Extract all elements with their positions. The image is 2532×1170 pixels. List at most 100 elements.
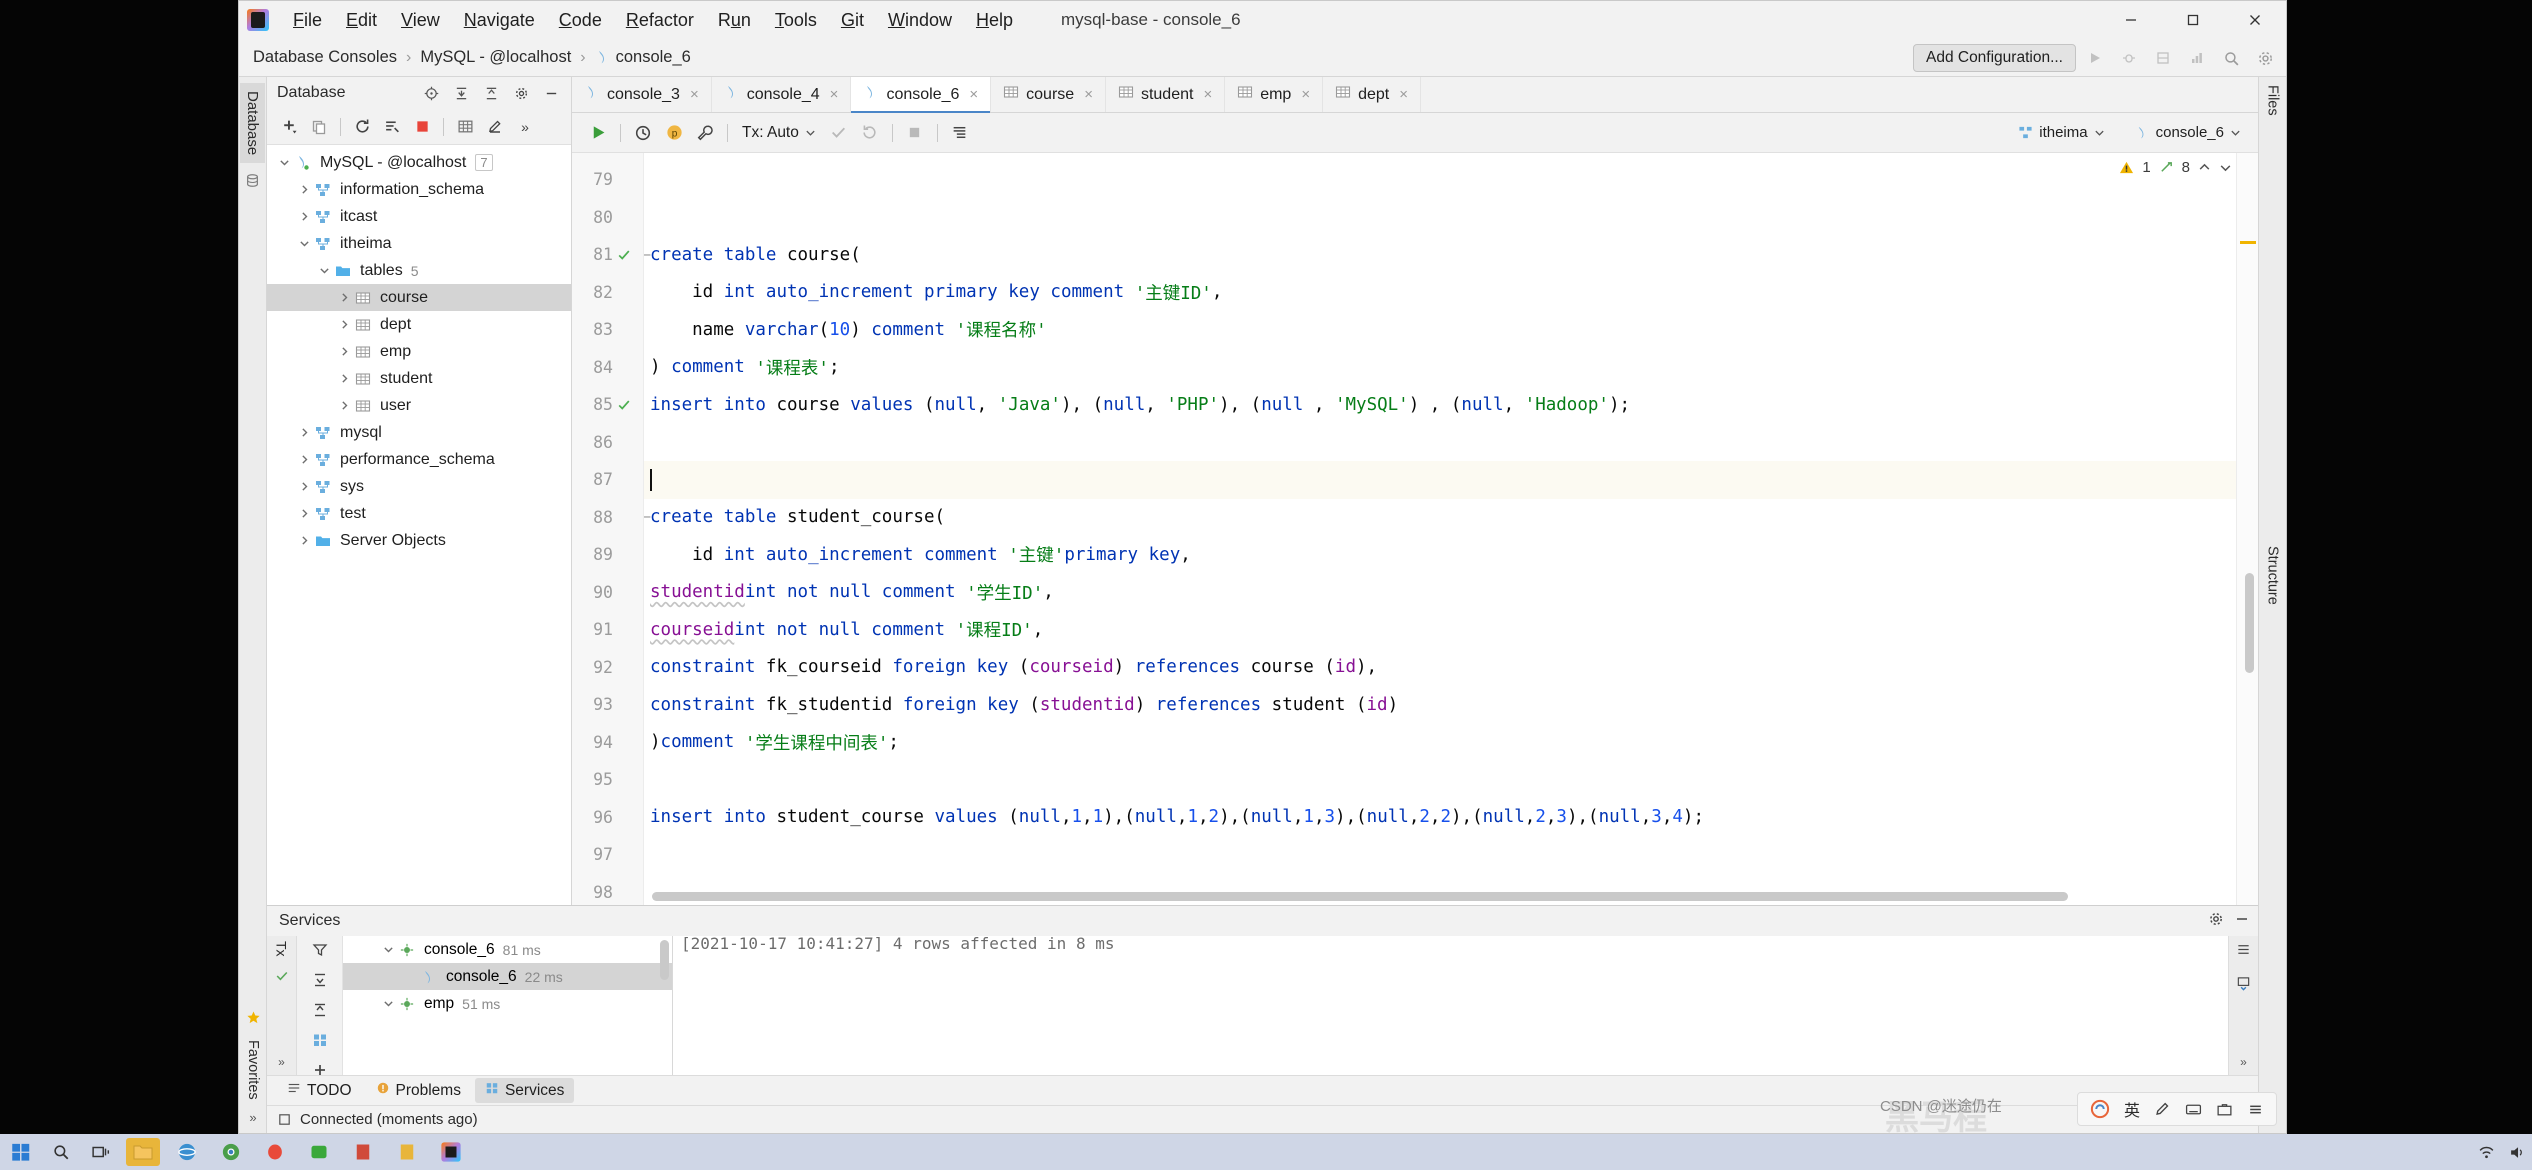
code-line-79[interactable] xyxy=(644,161,2258,199)
code-content[interactable]: ─ create table course( id int auto_increm… xyxy=(644,153,2258,905)
bottom-tab-todo[interactable]: TODO xyxy=(277,1078,362,1103)
qq-icon[interactable] xyxy=(258,1138,292,1166)
refresh-icon[interactable] xyxy=(348,113,376,141)
gutter-line-89[interactable]: 89 xyxy=(572,536,643,574)
gutter-line-82[interactable]: 82 xyxy=(572,274,643,312)
wrench-icon[interactable] xyxy=(691,119,719,147)
menu-item-view[interactable]: View xyxy=(389,7,452,34)
gutter-line-92[interactable]: 92 xyxy=(572,649,643,687)
keyboard-icon[interactable] xyxy=(2185,1101,2202,1118)
breadcrumb-item-1[interactable]: MySQL - @localhost xyxy=(416,46,575,69)
db-tree-node-tables[interactable]: tables 5 xyxy=(267,257,571,284)
collapse-all-icon[interactable] xyxy=(477,79,505,107)
fold-marker-icon[interactable]: ─ xyxy=(644,510,650,524)
editor-tab-console_4[interactable]: console_4 × xyxy=(712,77,852,112)
profile-icon[interactable] xyxy=(2182,43,2212,73)
coverage-icon[interactable] xyxy=(2148,43,2178,73)
db-tree-node-student[interactable]: student xyxy=(267,365,571,392)
db-tree-node-test[interactable]: test xyxy=(267,500,571,527)
sync-icon[interactable] xyxy=(378,113,406,141)
tab-close-icon[interactable]: × xyxy=(1203,86,1212,103)
ime-toolbar[interactable]: 英 xyxy=(2076,1092,2277,1126)
gutter-line-98[interactable]: 98 xyxy=(572,874,643,906)
bottom-tab-problems[interactable]: Problems xyxy=(366,1078,471,1103)
tab-close-icon[interactable]: × xyxy=(1084,86,1093,103)
tree-expander[interactable] xyxy=(379,944,397,955)
gutter-line-91[interactable]: 91 xyxy=(572,611,643,649)
expand-all-icon[interactable] xyxy=(447,79,475,107)
volume-icon[interactable] xyxy=(2509,1144,2526,1161)
gutter-line-97[interactable]: 97 xyxy=(572,836,643,874)
gutter-line-95[interactable]: 95 xyxy=(572,761,643,799)
menu-item-help[interactable]: Help xyxy=(964,7,1025,34)
add-icon[interactable] xyxy=(275,113,303,141)
task-view-icon[interactable] xyxy=(86,1139,116,1165)
gutter-line-96[interactable]: 96 xyxy=(572,799,643,837)
editor-tab-course[interactable]: course × xyxy=(991,77,1106,112)
tree-expander[interactable] xyxy=(295,184,313,195)
hide-icon[interactable] xyxy=(537,79,565,107)
code-line-87[interactable] xyxy=(644,461,2258,499)
tree-expander[interactable] xyxy=(275,157,293,168)
tx-rail-label[interactable]: Tx xyxy=(274,941,290,957)
services-node-console_6[interactable]: console_6 22 ms xyxy=(343,963,672,990)
parameters-icon[interactable]: p xyxy=(660,119,688,147)
output-icon[interactable] xyxy=(946,119,974,147)
gutter-line-87[interactable]: 87 xyxy=(572,461,643,499)
code-line-96[interactable]: insert into student_course values (null,… xyxy=(644,799,2258,837)
tool-window-button-structure[interactable]: Structure xyxy=(2265,546,2281,605)
menu-item-git[interactable]: Git xyxy=(829,7,876,34)
code-line-94[interactable]: ) comment '学生课程中间表'; xyxy=(644,724,2258,762)
code-line-92[interactable]: constraint fk_courseid foreign key (cour… xyxy=(644,649,2258,687)
gutter-line-84[interactable]: 84 xyxy=(572,349,643,387)
network-icon[interactable] xyxy=(2478,1144,2495,1161)
gutter-line-90[interactable]: 90 xyxy=(572,574,643,612)
menu-item-window[interactable]: Window xyxy=(876,7,964,34)
db-tree-node-course[interactable]: course xyxy=(267,284,571,311)
export-icon[interactable] xyxy=(2236,976,2251,996)
db-tree-node-dept[interactable]: dept xyxy=(267,311,571,338)
code-line-90[interactable]: studentid int not null comment '学生ID', xyxy=(644,574,2258,612)
idea-icon[interactable] xyxy=(434,1138,468,1166)
tx-mode-selector[interactable]: Tx: Auto xyxy=(736,121,822,145)
expand-stripe-icon[interactable]: » xyxy=(249,1110,256,1125)
code-editor[interactable]: 79 80 81 82 83 84 85 86 87 88 89 90 91 92 93 94 95 96 97 98… xyxy=(572,153,2258,905)
chrome-icon[interactable] xyxy=(214,1138,248,1166)
tab-close-icon[interactable]: × xyxy=(830,86,839,103)
schema-selector[interactable]: itheima xyxy=(2011,121,2111,144)
database-icon[interactable] xyxy=(245,173,260,193)
gutter-line-83[interactable]: 83 xyxy=(572,311,643,349)
hide-icon[interactable] xyxy=(2234,911,2250,932)
minimize-icon[interactable] xyxy=(2100,1,2162,39)
code-line-97[interactable] xyxy=(644,836,2258,874)
settings-icon[interactable] xyxy=(2250,43,2280,73)
search-everywhere-icon[interactable] xyxy=(2216,43,2246,73)
pdf-icon[interactable] xyxy=(346,1138,380,1166)
code-line-89[interactable]: id int auto_increment comment '主键' prima… xyxy=(644,536,2258,574)
gutter-line-79[interactable]: 79 xyxy=(572,161,643,199)
editor-tab-console_3[interactable]: console_3 × xyxy=(572,77,712,112)
expand-icon[interactable] xyxy=(312,972,328,993)
filter-icon[interactable] xyxy=(312,942,328,963)
tree-expander[interactable] xyxy=(335,400,353,411)
inspection-strip[interactable] xyxy=(2236,153,2258,905)
copy-icon[interactable] xyxy=(305,113,333,141)
tree-expander[interactable] xyxy=(295,535,313,546)
editor-horizontal-scrollbar[interactable] xyxy=(652,892,2068,901)
db-tree-node-itcast[interactable]: itcast xyxy=(267,203,571,230)
tree-expander[interactable] xyxy=(379,998,397,1009)
gutter-line-80[interactable]: 80 xyxy=(572,199,643,237)
menu-item-tools[interactable]: Tools xyxy=(763,7,829,34)
menu-item-edit[interactable]: Edit xyxy=(334,7,389,34)
ime-mode[interactable]: 英 xyxy=(2124,1097,2140,1121)
code-line-86[interactable] xyxy=(644,424,2258,462)
toolbox-icon[interactable] xyxy=(2216,1101,2233,1118)
pen-icon[interactable] xyxy=(2154,1101,2171,1118)
tree-expander[interactable] xyxy=(335,319,353,330)
bottom-tab-services[interactable]: Services xyxy=(474,1078,575,1103)
more-icon[interactable]: » xyxy=(511,113,539,141)
tree-expander[interactable] xyxy=(295,427,313,438)
db-tree-node-information_schema[interactable]: information_schema xyxy=(267,176,571,203)
editor-tab-console_6[interactable]: console_6 × xyxy=(851,77,992,113)
tool-window-button-favorites[interactable]: Favorites xyxy=(245,1040,261,1100)
